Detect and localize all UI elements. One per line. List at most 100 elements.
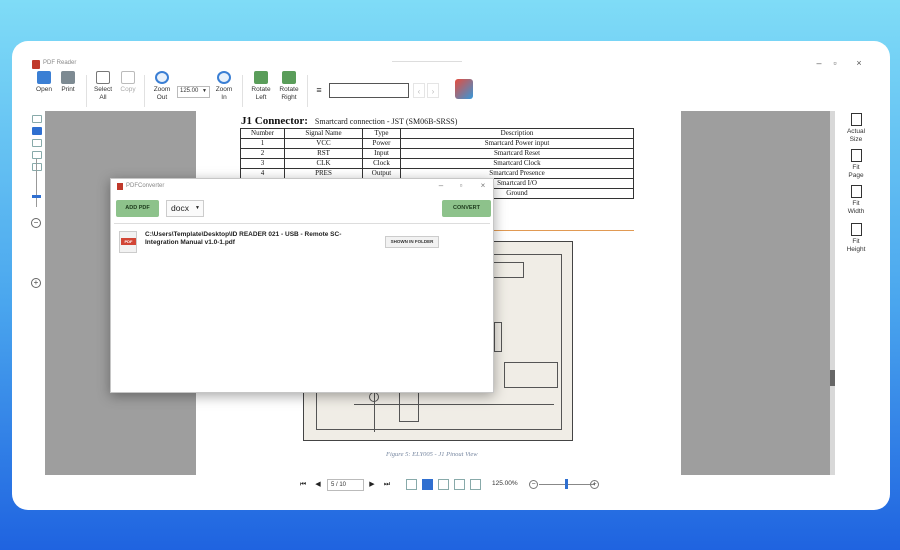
folder-icon <box>37 71 51 84</box>
copy-label: Copy <box>120 86 136 93</box>
toolbar-divider <box>242 75 243 107</box>
zoom-select-value: 125.00 <box>180 88 199 94</box>
toolbar-divider <box>86 75 87 107</box>
zoom-out-button[interactable]: Zoom Out <box>147 71 177 102</box>
converter-app-icon[interactable] <box>455 79 473 99</box>
format-select[interactable]: docx ▼ <box>166 200 204 217</box>
toolbar-divider <box>144 75 145 107</box>
convert-button[interactable]: CONVERT <box>442 200 491 217</box>
pdf-converter-dialog: PDFConverter – ▫ × ADD PDF docx ▼ CONVER… <box>110 178 494 393</box>
page-number-input[interactable]: 5 / 10 <box>327 479 364 491</box>
format-select-value: docx <box>171 203 189 213</box>
rotate-right-button[interactable]: Rotate Right <box>274 71 304 102</box>
chevron-down-icon: ▼ <box>195 205 200 211</box>
vertical-zoom-slider-knob[interactable] <box>32 195 41 198</box>
fit-width-button[interactable]: Fit Width <box>836 185 876 216</box>
dialog-divider <box>114 223 490 224</box>
table-cell: Smartcard Presence <box>400 168 634 179</box>
table-row: 3 CLK Clock Smartcard Clock <box>240 158 634 169</box>
table-cell: PRES <box>284 168 363 179</box>
zoom-minus-icon[interactable]: − <box>31 218 41 228</box>
first-page-button[interactable]: ⏮ <box>298 480 308 490</box>
toolbar-divider <box>307 75 308 107</box>
table-row: 2 RST Input Smartcard Reset <box>240 148 634 159</box>
dialog-close-button[interactable]: × <box>477 181 489 190</box>
fit-height-icon <box>850 223 862 236</box>
actual-size-button[interactable]: Actual Size <box>836 113 876 144</box>
two-page-continuous-view-icon[interactable] <box>32 151 42 159</box>
continuous-view-icon[interactable] <box>32 127 42 135</box>
maximize-button[interactable]: ▫ <box>828 58 842 68</box>
zoom-slider-knob[interactable] <box>565 479 568 489</box>
dialog-minimize-button[interactable]: – <box>435 181 447 190</box>
rotate-left-label: Rotate Left <box>251 86 271 101</box>
magnifier-minus-icon <box>155 71 169 84</box>
zoom-plus-icon[interactable]: + <box>31 278 41 288</box>
zoom-percentage[interactable]: 125.00% <box>492 480 518 487</box>
copy-button[interactable]: Copy <box>113 71 143 94</box>
table-cell: RST <box>284 148 363 159</box>
table-header: Description <box>400 128 634 139</box>
table-cell: Power <box>362 138 401 149</box>
fit-width-icon <box>850 185 862 198</box>
single-page-view-icon[interactable] <box>406 479 417 490</box>
vertical-scrollbar[interactable] <box>830 111 835 475</box>
search-input[interactable] <box>329 83 409 98</box>
two-page-view-icon[interactable] <box>32 139 42 147</box>
add-pdf-button[interactable]: ADD PDF <box>116 200 159 217</box>
connector-heading: J1 Connector: <box>241 115 308 127</box>
minimize-button[interactable]: – <box>812 58 826 68</box>
fit-width-label: Fit Width <box>847 200 865 215</box>
mounting-hole <box>369 392 379 402</box>
zoom-in-label: Zoom In <box>215 86 233 101</box>
two-page-view-icon[interactable] <box>438 479 449 490</box>
toolbar: Open Print Select All Copy Zoom Out Zoom… <box>12 71 890 111</box>
table-cell: Smartcard Clock <box>400 158 634 169</box>
figure-caption: Figure 5: ELY005 - J1 Pinout View <box>386 451 478 458</box>
table-cell: 1 <box>240 138 285 149</box>
table-cell: Output <box>362 168 401 179</box>
single-page-view-icon[interactable] <box>32 115 42 123</box>
select-all-label: Select All <box>93 86 113 101</box>
menu-icon[interactable]: ≡ <box>312 83 326 98</box>
last-page-button[interactable]: ⏭ <box>382 480 392 490</box>
zoom-in-button[interactable]: Zoom In <box>209 71 239 102</box>
book-view-icon[interactable] <box>32 163 42 171</box>
table-cell: Clock <box>362 158 401 169</box>
fit-height-label: Fit Height <box>846 238 866 253</box>
table-row: 4 PRES Output Smartcard Presence <box>240 168 634 179</box>
file-path: C:\Users\Template\Desktop\ID READER 021 … <box>145 231 342 246</box>
pdf-file-icon: PDF <box>119 231 137 253</box>
close-button[interactable]: × <box>852 58 866 68</box>
prev-page-button[interactable]: ◀ <box>313 480 323 490</box>
fit-height-button[interactable]: Fit Height <box>836 223 876 254</box>
bottom-navigation: ⏮ ◀ 5 / 10 ▶ ⏭ 125.00% − + <box>12 475 890 495</box>
book-view-icon[interactable] <box>470 479 481 490</box>
magnifier-plus-icon <box>217 71 231 84</box>
fit-page-label: Fit Page <box>848 164 864 179</box>
search-next-button[interactable]: › <box>427 83 439 98</box>
vertical-zoom-slider[interactable] <box>36 159 37 207</box>
scrollbar-thumb[interactable] <box>830 370 835 386</box>
zoom-plus-icon[interactable]: + <box>590 480 599 489</box>
actual-size-label: Actual Size <box>846 128 866 143</box>
table-cell: Smartcard Reset <box>400 148 634 159</box>
table-cell: Input <box>362 148 401 159</box>
dialog-maximize-button[interactable]: ▫ <box>455 181 467 190</box>
fit-page-button[interactable]: Fit Page <box>836 149 876 180</box>
table-header: Number <box>240 128 285 139</box>
search-prev-button[interactable]: ‹ <box>413 83 425 98</box>
zoom-select[interactable]: 125.00 ▼ <box>177 86 210 98</box>
rotate-left-button[interactable]: Rotate Left <box>246 71 276 102</box>
tab-indicator <box>392 61 462 62</box>
zoom-minus-icon[interactable]: − <box>529 480 538 489</box>
dialog-title: PDFConverter <box>126 183 165 189</box>
chevron-down-icon: ▼ <box>202 88 207 94</box>
two-page-continuous-view-icon[interactable] <box>454 479 465 490</box>
continuous-view-icon[interactable] <box>422 479 433 490</box>
next-page-button[interactable]: ▶ <box>367 480 377 490</box>
print-button[interactable]: Print <box>53 71 83 94</box>
section-heading: J1 Connector: Smartcard connection - JST… <box>241 111 457 129</box>
app-logo-icon <box>32 60 40 69</box>
show-in-folder-button[interactable]: SHOWN IN FOLDER <box>385 236 439 248</box>
